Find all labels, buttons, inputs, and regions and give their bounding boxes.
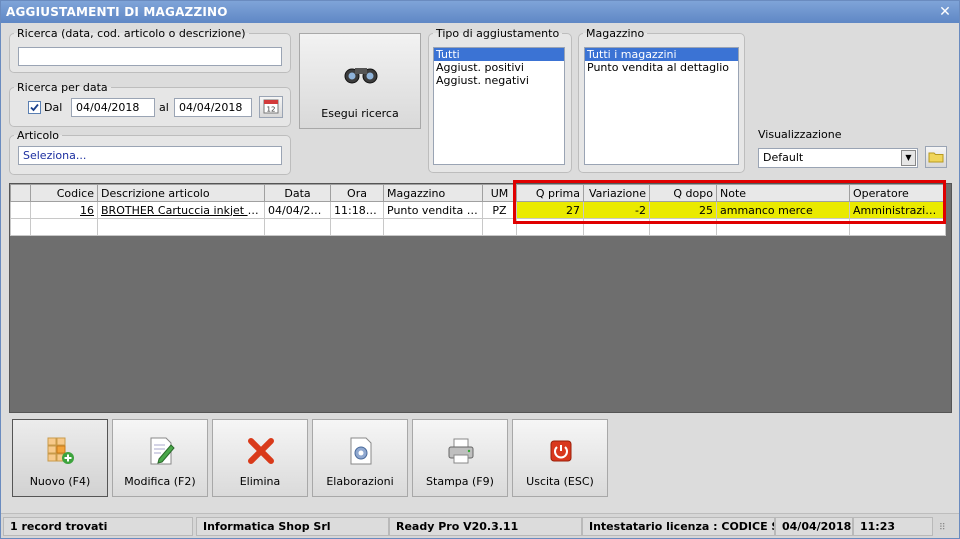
new-button-label: Nuovo (F4) (29, 475, 91, 488)
column-header-descrizione[interactable]: Descrizione articolo (97, 184, 265, 202)
run-search-label: Esegui ricerca (321, 107, 399, 120)
view-label: Visualizzazione (758, 128, 842, 141)
date-search-legend: Ricerca per data (17, 81, 108, 94)
print-button-label: Stampa (F9) (426, 475, 494, 488)
processing-icon (350, 437, 372, 465)
binoculars-icon (344, 68, 378, 84)
processing-button-label: Elaborazioni (326, 475, 394, 488)
column-header-q-prima[interactable]: Q prima (516, 184, 584, 202)
column-header-um[interactable]: UM (482, 184, 517, 202)
warehouse-option[interactable]: Tutti i magazzini (585, 48, 738, 61)
column-header-variazione[interactable]: Variazione (583, 184, 650, 202)
column-header-ora[interactable]: Ora (330, 184, 384, 202)
article-legend: Articolo (17, 129, 59, 142)
cell-magazzino: Punto vendita al ... (383, 201, 483, 219)
edit-button[interactable]: Modifica (F2) (112, 419, 208, 497)
folder-button[interactable] (925, 146, 947, 168)
column-header-operatore[interactable]: Operatore (849, 184, 946, 202)
calendar-button[interactable]: 12 (259, 96, 283, 118)
processing-button[interactable]: Elaborazioni (312, 419, 408, 497)
cell-descrizione[interactable]: BROTHER Cartuccia inkjet Origi... (97, 201, 265, 219)
delete-button-label: Elimina (239, 475, 281, 488)
adjust-type-option[interactable]: Aggiust. positivi (434, 61, 564, 74)
date-filter-checkbox[interactable] (28, 101, 41, 114)
window-title: AGGIUSTAMENTI DI MAGAZZINO (6, 5, 228, 19)
date-to-label: al (159, 101, 169, 114)
column-header-note[interactable]: Note (716, 184, 850, 202)
column-header[interactable] (10, 184, 31, 202)
status-version: Ready Pro V20.3.11 (389, 517, 582, 536)
svg-text:12: 12 (267, 106, 276, 114)
adjust-type-option[interactable]: Tutti (434, 48, 564, 61)
calendar-icon: 12 (263, 99, 279, 114)
delete-button[interactable]: Elimina (212, 419, 308, 497)
column-header-data[interactable]: Data (264, 184, 331, 202)
power-icon (550, 440, 572, 462)
new-button[interactable]: Nuovo (F4) (12, 419, 108, 497)
print-button[interactable]: Stampa (F9) (412, 419, 508, 497)
adjust-type-list[interactable]: Tutti Aggiust. positivi Aggiust. negativ… (433, 47, 565, 165)
table-row[interactable]: 16 BROTHER Cartuccia inkjet Origi... 04/… (10, 201, 946, 219)
column-header-magazzino[interactable]: Magazzino (383, 184, 483, 202)
run-search-button[interactable]: Esegui ricerca (299, 33, 421, 129)
view-select[interactable]: Default ▼ (758, 148, 918, 168)
folder-icon (928, 152, 944, 163)
search-input[interactable] (18, 47, 282, 66)
edit-icon (150, 437, 175, 465)
resize-grip-icon[interactable]: ⠿ (939, 521, 953, 535)
edit-button-label: Modifica (F2) (124, 475, 196, 488)
cell-variazione: -2 (583, 201, 650, 219)
status-records: 1 record trovati (3, 517, 193, 536)
date-to-input[interactable]: 04/04/2018 (174, 98, 252, 117)
adjust-type-legend: Tipo di aggiustamento (436, 27, 560, 40)
cell-um: PZ (482, 201, 517, 219)
cell-operatore: Amministrazione (849, 201, 946, 219)
adjust-type-option[interactable]: Aggiust. negativi (434, 74, 564, 87)
cell-ora: 11:18:50 (330, 201, 384, 219)
results-table: Codice Descrizione articolo Data Ora Mag… (10, 184, 946, 236)
status-date: 04/04/2018 (775, 517, 853, 536)
status-company: Informatica Shop Srl (196, 517, 389, 536)
results-grid[interactable]: Codice Descrizione articolo Data Ora Mag… (9, 183, 952, 413)
new-record-icon (47, 437, 74, 464)
cell-note: ammanco merce (716, 201, 850, 219)
printer-icon (448, 438, 474, 464)
warehouse-legend: Magazzino (586, 27, 645, 40)
delete-icon (248, 438, 274, 464)
date-from-input[interactable]: 04/04/2018 (71, 98, 155, 117)
cell-q-prima: 27 (516, 201, 584, 219)
table-row-empty[interactable] (10, 218, 946, 236)
column-header-codice[interactable]: Codice (30, 184, 98, 202)
cell-data: 04/04/2018 (264, 201, 331, 219)
view-select-value: Default (763, 151, 804, 164)
status-bar: 1 record trovati Informatica Shop Srl Re… (1, 513, 959, 538)
warehouse-list[interactable]: Tutti i magazzini Punto vendita al detta… (584, 47, 739, 165)
exit-button[interactable]: Uscita (ESC) (512, 419, 608, 497)
warehouse-option[interactable]: Punto vendita al dettaglio (585, 61, 738, 74)
exit-button-label: Uscita (ESC) (526, 475, 594, 488)
window: AGGIUSTAMENTI DI MAGAZZINO ✕ Ricerca (da… (0, 0, 960, 539)
row-indicator[interactable] (10, 201, 31, 219)
check-icon (30, 103, 39, 112)
close-icon[interactable]: ✕ (939, 1, 951, 23)
status-time: 11:23 (853, 517, 933, 536)
table-header: Codice Descrizione articolo Data Ora Mag… (10, 184, 946, 202)
article-input[interactable]: Seleziona... (18, 146, 282, 165)
status-license: Intestatario licenza : CODICE SRL (582, 517, 775, 536)
chevron-down-icon[interactable]: ▼ (901, 150, 916, 166)
title-bar: AGGIUSTAMENTI DI MAGAZZINO ✕ (1, 1, 959, 23)
cell-codice[interactable]: 16 (30, 201, 98, 219)
search-legend: Ricerca (data, cod. articolo o descrizio… (17, 27, 246, 40)
column-header-q-dopo[interactable]: Q dopo (649, 184, 717, 202)
cell-q-dopo: 25 (649, 201, 717, 219)
date-from-label: Dal (44, 101, 63, 114)
